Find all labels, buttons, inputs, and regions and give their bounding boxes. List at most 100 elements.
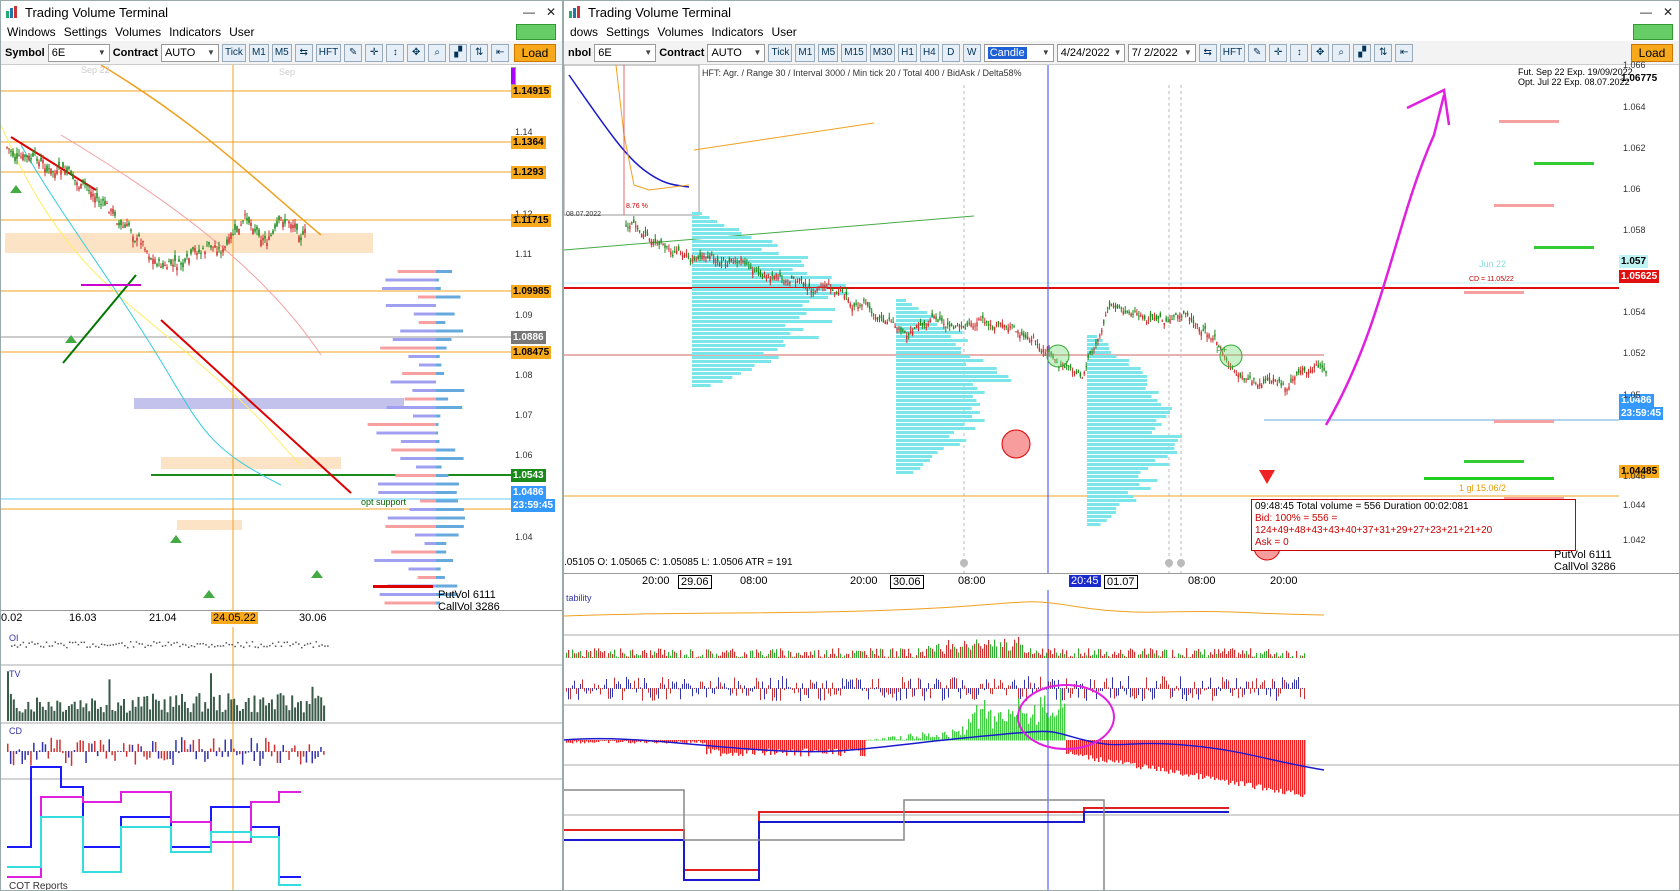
symbol-select[interactable]: 6E ▼ [47,43,110,62]
minimize-icon[interactable]: — [518,5,540,19]
candle-body [765,277,768,279]
candle-body [695,258,697,260]
candle-body [841,289,844,292]
zoom-icon[interactable]: ⌕ [428,43,447,62]
move-icon[interactable]: ✥ [407,43,426,62]
candle-body [196,253,198,256]
menu-user[interactable]: User [771,25,796,39]
hft-button[interactable]: HFT [1219,43,1246,62]
cd-bar [574,740,576,742]
crosshair-icon[interactable]: ✛ [1269,43,1288,62]
candle-body [993,327,996,331]
arrows-icon[interactable]: ⇆ [294,43,313,62]
date-to-picker[interactable]: 7/ 2/2022 ▼ [1127,43,1196,62]
volume-bar [896,651,898,658]
close-icon[interactable]: ✕ [1657,5,1679,19]
move-icon[interactable]: ✥ [1311,43,1330,62]
close-icon[interactable]: ✕ [540,5,562,19]
pencil-icon[interactable]: ✎ [344,43,363,62]
menu-windows[interactable]: Windows [7,25,56,39]
oi-dot [144,646,146,649]
sync-icon[interactable] [516,24,556,40]
menu-settings[interactable]: Settings [64,25,107,39]
cd-bar [842,740,844,750]
fit-icon[interactable]: ⇤ [1395,43,1414,62]
volume-bar [782,650,784,658]
cd-bar [906,738,908,741]
candle-body [1159,313,1161,317]
menu-windows[interactable]: dows [570,25,598,39]
volume-bar [918,648,920,658]
volume-bar [890,649,892,658]
tf-m1-button[interactable]: M1 [795,43,816,62]
candle-body [1095,342,1097,345]
price-chart[interactable] [564,65,1619,573]
delta-bar [708,687,709,689]
tf-tick-button[interactable]: Tick [768,43,793,62]
chart-type-select[interactable]: Candle ▼ [983,43,1054,62]
delta-bar [1294,679,1295,689]
compare-icon[interactable]: ⇅ [470,43,489,62]
delta-bar [816,681,817,689]
menu-indicators[interactable]: Indicators [169,25,221,39]
sync-icon[interactable] [1633,24,1673,40]
profile-bar [692,224,725,227]
vertical-resize-icon[interactable]: ↕ [386,43,405,62]
tv-bar [67,705,70,721]
tf-w-button[interactable]: W [962,43,981,62]
crosshair-icon[interactable]: ✛ [365,43,384,62]
menu-settings[interactable]: Settings [606,25,649,39]
candle-body [166,267,168,270]
tf-m5-button[interactable]: M5 [271,43,292,62]
menu-volumes[interactable]: Volumes [115,25,161,39]
chart-icon[interactable]: ▞ [1353,43,1372,62]
tf-m30-button[interactable]: M30 [869,43,896,62]
menu-bar: dows Settings Volumes Indicators User [564,23,1679,41]
menu-user[interactable]: User [229,25,254,39]
tf-tick-button[interactable]: Tick [221,43,246,62]
tf-m1-button[interactable]: M1 [248,43,269,62]
cd-bar [1108,740,1110,760]
symbol-select[interactable]: 6E ▼ [594,43,657,62]
menu-indicators[interactable]: Indicators [711,25,763,39]
cd-bar [1234,740,1236,785]
delta-bar [1216,688,1217,696]
volume-bar [708,649,710,658]
contract-select[interactable]: AUTO ▼ [707,43,766,62]
hft-button[interactable]: HFT [315,43,342,62]
tv-bar [279,693,282,721]
delta-bar [702,681,703,689]
zoom-icon[interactable]: ⌕ [1332,43,1351,62]
delta-bar [1236,678,1237,689]
candle-body [724,263,727,265]
tf-d-button[interactable]: D [941,43,960,62]
delta-bar [972,688,973,699]
date-from-picker[interactable]: 4/24/2022 ▼ [1056,43,1125,62]
cd-bar [1246,740,1248,784]
tf-m15-button[interactable]: M15 [841,43,867,62]
candle-body [1294,376,1296,380]
load-button[interactable]: Load [514,44,556,62]
arrows-icon[interactable]: ⇆ [1198,43,1217,62]
price-chart[interactable] [1,65,511,610]
tf-h4-button[interactable]: H4 [919,43,939,62]
volume-bar [1104,654,1106,658]
candle-body [736,261,738,264]
compare-icon[interactable]: ⇅ [1374,43,1393,62]
cd-bar [926,736,928,741]
tf-h1-button[interactable]: H1 [898,43,917,62]
volume-bar [746,654,748,658]
candle-body [278,215,280,220]
tf-m5-button[interactable]: M5 [818,43,839,62]
cd-bar [91,743,93,752]
fit-icon[interactable]: ⇤ [491,43,510,62]
candle-body [176,267,178,271]
minimize-icon[interactable]: — [1635,5,1657,19]
chart-icon[interactable]: ▞ [449,43,468,62]
menu-volumes[interactable]: Volumes [657,25,703,39]
pencil-icon[interactable]: ✎ [1248,43,1267,62]
vertical-resize-icon[interactable]: ↕ [1290,43,1309,62]
profile-bar [896,467,921,470]
oi-dot [214,645,216,648]
contract-select[interactable]: AUTO ▼ [160,43,219,62]
